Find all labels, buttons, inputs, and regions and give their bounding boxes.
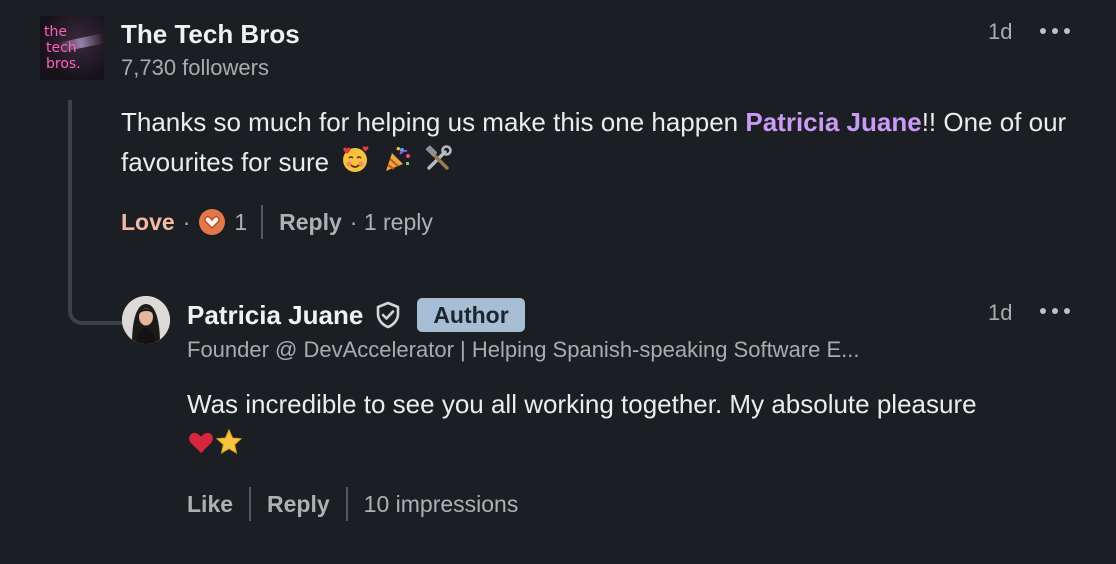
comment-text-before: Thanks so much for helping us make this … bbox=[121, 107, 746, 137]
reply-button[interactable]: Reply bbox=[267, 491, 330, 518]
impressions-count[interactable]: 10 impressions bbox=[364, 491, 519, 518]
comment-thread: the tech bros. The Tech Bros 7,730 follo… bbox=[0, 0, 1116, 564]
comment-author-name[interactable]: The Tech Bros bbox=[121, 19, 300, 50]
comment-timestamp: 1d bbox=[988, 19, 1013, 44]
reply-actions: Like Reply 10 impressions bbox=[187, 486, 518, 522]
reply-more-options-icon[interactable] bbox=[1040, 305, 1070, 317]
love-reaction-icon[interactable] bbox=[198, 208, 226, 236]
reaction-separator: · bbox=[182, 208, 191, 235]
thread-connector-line bbox=[68, 100, 122, 325]
comment-text: Thanks so much for helping us make this … bbox=[121, 102, 1096, 182]
reply-text-content: Was incredible to see you all working to… bbox=[187, 389, 977, 419]
reply-text: Was incredible to see you all working to… bbox=[187, 384, 1087, 464]
red-heart-icon bbox=[189, 432, 213, 453]
logo-text-line-2: tech bbox=[46, 40, 77, 56]
reply-timestamp: 1d bbox=[988, 300, 1013, 325]
profile-photo bbox=[122, 296, 170, 344]
reply-author-headline: Founder @ DevAccelerator | Helping Spani… bbox=[187, 337, 860, 362]
author-badge: Author bbox=[417, 298, 525, 332]
like-button[interactable]: Like bbox=[187, 491, 233, 518]
reply-author-name[interactable]: Patricia Juane bbox=[187, 300, 363, 331]
action-divider bbox=[345, 487, 348, 521]
comment-more-options-icon[interactable] bbox=[1040, 25, 1070, 37]
comment-author-followers: 7,730 followers bbox=[121, 55, 269, 80]
action-divider bbox=[249, 487, 252, 521]
verified-shield-icon[interactable] bbox=[373, 300, 403, 330]
mention-link[interactable]: Patricia Juane bbox=[745, 107, 921, 137]
hammer-and-wrench-icon bbox=[425, 145, 452, 170]
avatar[interactable] bbox=[122, 296, 170, 344]
love-reaction-button[interactable]: Love bbox=[121, 209, 175, 236]
party-popper-icon bbox=[385, 146, 410, 171]
logo-text-line-3: bros. bbox=[46, 56, 81, 72]
star-icon bbox=[215, 428, 243, 455]
comment-actions: Love · 1 Reply · 1 reply bbox=[121, 204, 433, 240]
reply-button[interactable]: Reply bbox=[279, 209, 342, 236]
logo-text-line-1: the bbox=[44, 24, 67, 40]
action-divider bbox=[261, 205, 264, 239]
smiling-face-with-hearts-icon bbox=[343, 146, 369, 172]
reply-author-row: Patricia Juane Author bbox=[187, 298, 525, 332]
company-logo[interactable]: the tech bros. bbox=[40, 16, 104, 80]
reaction-count[interactable]: 1 bbox=[234, 209, 247, 236]
reply-count[interactable]: · 1 reply bbox=[350, 209, 433, 236]
